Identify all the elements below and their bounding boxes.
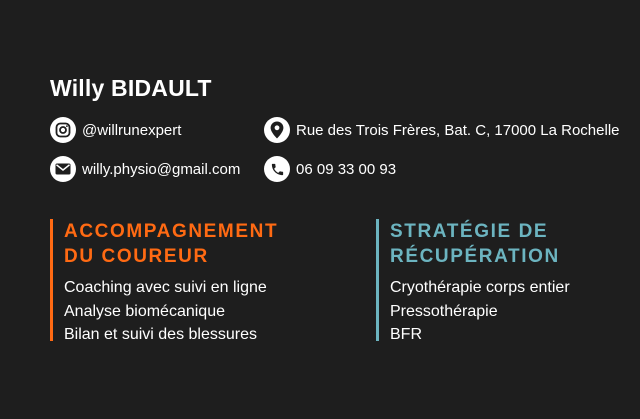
- instagram-handle: @willrunexpert: [82, 121, 182, 139]
- person-name: Willy BIDAULT: [50, 75, 212, 101]
- section-title: STRATÉGIE DE RÉCUPÉRATION: [390, 219, 570, 269]
- section-coaching: ACCOMPAGNEMENT DU COUREUR Coaching avec …: [50, 219, 278, 343]
- section-title: ACCOMPAGNEMENT DU COUREUR: [64, 219, 278, 269]
- map-pin-icon: [264, 117, 290, 143]
- phone-icon: [264, 156, 290, 182]
- mail-icon: [50, 156, 76, 182]
- instagram-icon: [50, 117, 76, 143]
- section-title-line: RÉCUPÉRATION: [390, 246, 560, 267]
- section-title-line: DU COUREUR: [64, 246, 209, 267]
- service-item: Analyse biomécanique: [64, 302, 225, 320]
- contact-phone[interactable]: 06 09 33 00 93: [264, 155, 396, 183]
- service-list: Cryothérapie corps entier Pressothérapie…: [390, 276, 570, 347]
- contact-address[interactable]: Rue des Trois Frères, Bat. C, 17000 La R…: [264, 116, 620, 144]
- contact-instagram[interactable]: @willrunexpert: [50, 116, 181, 144]
- email-address: willy.physio@gmail.com: [82, 160, 241, 178]
- service-item: Cryothérapie corps entier: [390, 279, 570, 296]
- service-item: Bilan et suivi des blessures: [64, 326, 257, 343]
- service-item: Coaching avec suivi en ligne: [64, 279, 267, 296]
- phone-number: 06 09 33 00 93: [296, 160, 397, 178]
- section-title-line: ACCOMPAGNEMENT: [64, 221, 279, 242]
- contact-email[interactable]: willy.physio@gmail.com: [50, 155, 240, 183]
- service-item: BFR: [390, 326, 422, 343]
- service-item: Pressothérapie: [390, 302, 498, 320]
- service-list: Coaching avec suivi en ligne Analyse bio…: [64, 276, 278, 347]
- section-recovery: STRATÉGIE DE RÉCUPÉRATION Cryothérapie c…: [376, 219, 570, 343]
- address-text: Rue des Trois Frères, Bat. C, 17000 La R…: [296, 121, 620, 139]
- section-title-line: STRATÉGIE DE: [390, 221, 549, 242]
- business-card: Willy BIDAULT @willrunexpert willy.physi…: [0, 0, 640, 419]
